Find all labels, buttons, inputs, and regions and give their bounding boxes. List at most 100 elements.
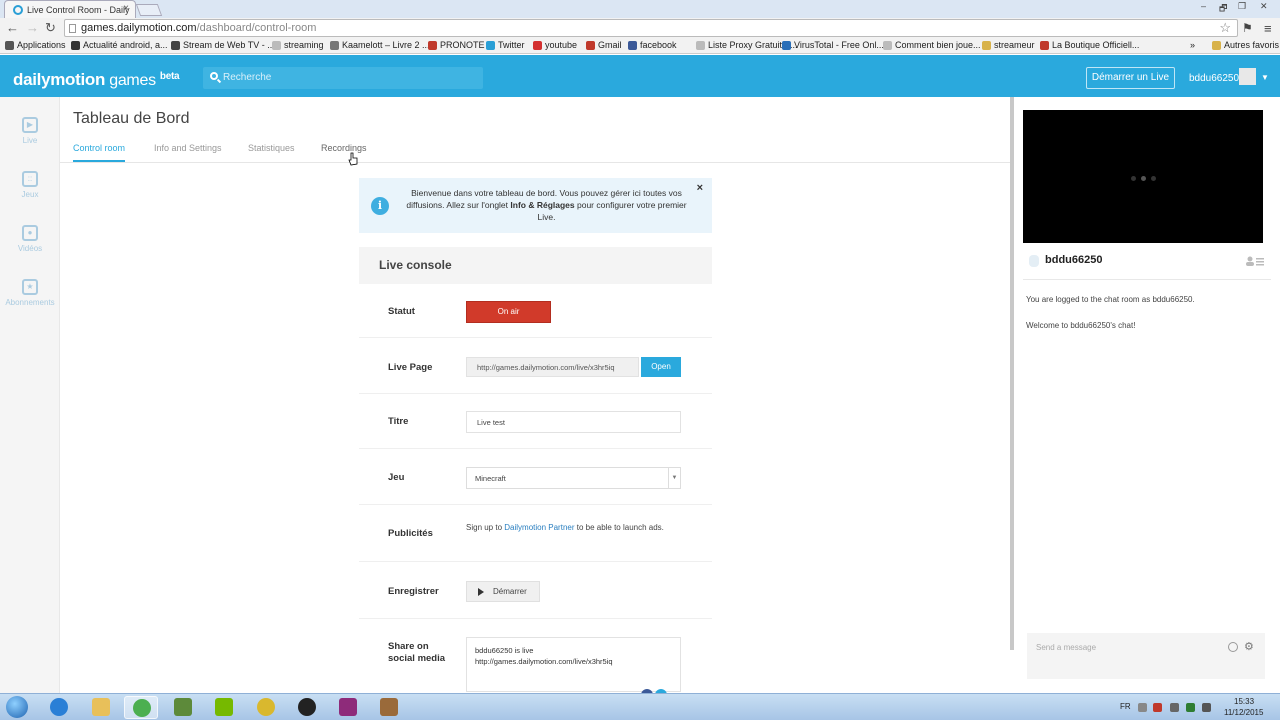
bookmark-item[interactable]: streaming [272,40,324,50]
chevron-down-icon[interactable]: ▼ [1261,73,1269,82]
header-username[interactable]: bddu66250 [1189,73,1239,84]
title-input[interactable]: Live test [466,411,681,433]
bookmark-item[interactable]: Gmail [586,40,622,50]
bookmark-label: VirusTotal - Free Onl... [794,40,884,50]
forward-arrow-icon[interactable]: → [26,20,39,35]
start-live-button[interactable]: Démarrer un Live [1086,67,1175,89]
live-url-field[interactable]: http://games.dailymotion.com/live/x3hr5i… [466,357,639,377]
back-arrow-icon[interactable]: ← [6,20,19,35]
language-indicator[interactable]: FR [1120,702,1131,711]
taskbar-app-winrar[interactable] [331,696,365,719]
tab-recordings[interactable]: Recordings [321,143,367,153]
bookmark-item[interactable]: streameur [982,40,1035,50]
bookmark-icon [486,41,495,50]
new-tab-button[interactable] [135,4,163,16]
close-window-icon[interactable]: ✕ [1260,1,1268,12]
live-console-title: Live console [359,247,712,284]
bookmark-icon [330,41,339,50]
emoji-icon[interactable] [1228,642,1238,652]
avatar[interactable] [1239,68,1256,85]
start-button[interactable] [6,696,28,718]
open-button[interactable]: Open [641,357,681,377]
address-bar[interactable]: games.dailymotion.com/dashboard/control-… [64,19,1238,37]
window-restore-icon[interactable]: 🗗 [1219,1,1227,17]
titre-row: Titre Live test [359,394,712,449]
dailymotion-favicon-icon [13,5,23,15]
video-player[interactable] [1023,110,1263,243]
taskbar-app-obs[interactable] [290,696,324,719]
bookmark-item[interactable]: facebook [628,40,677,50]
taskbar-app-explorer[interactable] [84,696,118,719]
bookmark-star-icon[interactable]: ☆ [1219,20,1231,36]
sidebar-item-abonnements[interactable]: ★ Abonnements [0,279,60,307]
bookmark-item[interactable]: Actualité android, a... [71,40,168,50]
bookmark-icon [696,41,705,50]
chat-message-input[interactable]: Send a message [1027,633,1265,679]
maximize-icon[interactable]: ❐ [1238,1,1246,12]
bookmark-item[interactable]: Applications [5,40,66,50]
tab-info-settings[interactable]: Info and Settings [154,143,222,153]
taskbar-app-internet-explorer[interactable] [42,696,76,719]
clock-date[interactable]: 11/12/2015 [1224,708,1263,717]
sidebar-item-videos[interactable]: ● Vidéos [0,225,60,253]
browser-tab[interactable]: Live Control Room - Daily × [4,0,136,18]
extension-icon[interactable]: ⚑ [1242,21,1253,35]
tab-close-icon[interactable]: × [123,3,129,14]
minecraft-icon [174,698,192,716]
bookmark-item[interactable]: Comment bien joue... [883,40,981,50]
notice-text: Bienvenue dans votre tableau de bord. Vo… [399,187,694,223]
bookmark-label: youtube [545,40,578,50]
bookmark-item[interactable]: youtube [533,40,577,50]
bookmark-item[interactable]: VirusTotal - Free Onl... [782,40,884,50]
user-list-icon[interactable] [1246,256,1264,266]
taskbar-app-app-yellow[interactable] [249,696,283,719]
page-scrollbar[interactable] [1010,97,1014,650]
star-icon: ★ [22,279,38,295]
notice-link-info[interactable]: Info & Réglages [510,200,574,210]
chrome-menu-icon[interactable]: ≡ [1264,21,1272,36]
sidebar-item-live[interactable]: ▶ Live [0,117,60,145]
minecraft-launcher-icon [380,698,398,716]
taskbar-app-nvidia[interactable] [207,696,241,719]
on-air-button[interactable]: On air [466,301,551,323]
play-icon [478,588,484,596]
nvidia-tray-icon[interactable] [1186,703,1195,712]
bookmark-item[interactable]: Stream de Web TV - ... [171,40,275,50]
sidebar-item-jeux[interactable]: :: Jeux [0,171,60,199]
bookmark-item[interactable]: Twitter [486,40,525,50]
game-select[interactable]: Minecraft ▼ [466,467,681,489]
tab-control-room[interactable]: Control room [73,143,126,162]
search-input[interactable]: Recherche [203,67,483,89]
bookmark-item[interactable]: La Boutique Officiell... [1040,40,1139,50]
network-icon[interactable] [1202,703,1211,712]
close-icon[interactable]: × [697,182,703,194]
clock-time[interactable]: 15:33 [1234,697,1254,706]
minimize-icon[interactable]: ‒ [1201,1,1206,11]
dailymotion-games-logo[interactable]: dailymotion games beta [13,70,180,90]
browser-titlebar: Live Control Room - Daily × ‒ 🗗 ❐ ✕ [0,0,1280,18]
start-recording-button[interactable]: Démarrer [466,581,540,602]
chat-message: You are logged to the chat room as bddu6… [1026,295,1195,304]
tray-flag-icon[interactable] [1153,703,1162,712]
gear-icon[interactable]: ⚙ [1244,640,1254,653]
game-select-value: Minecraft [475,474,506,483]
other-bookmarks-folder[interactable]: Autres favoris [1212,40,1279,50]
taskbar-app-minecraft-launcher[interactable] [372,696,406,719]
tab-statistiques[interactable]: Statistiques [248,143,295,153]
bookmark-label: La Boutique Officiell... [1052,40,1140,50]
bookmark-item[interactable]: PRONOTE [428,40,485,50]
share-message-textarea[interactable]: bddu66250 is live http://games.dailymoti… [466,637,681,692]
taskbar-app-minecraft[interactable] [166,696,200,719]
start-recording-label: Démarrer [493,587,527,596]
reload-icon[interactable]: ↻ [45,20,56,36]
dailymotion-partner-link[interactable]: Dailymotion Partner [504,523,574,532]
tray-arrow-icon[interactable] [1138,703,1147,712]
volume-icon[interactable] [1170,703,1179,712]
bookmark-item[interactable]: Kaamelott – Livre 2 ... [330,40,430,50]
bookmark-label: Stream de Web TV - ... [183,40,275,50]
share-label: Share on social media [388,641,445,665]
taskbar-app-chrome[interactable] [124,696,158,719]
nvidia-icon [215,698,233,716]
sidebar-item-label: Jeux [21,190,39,199]
bookmarks-overflow-icon[interactable]: » [1190,40,1195,50]
